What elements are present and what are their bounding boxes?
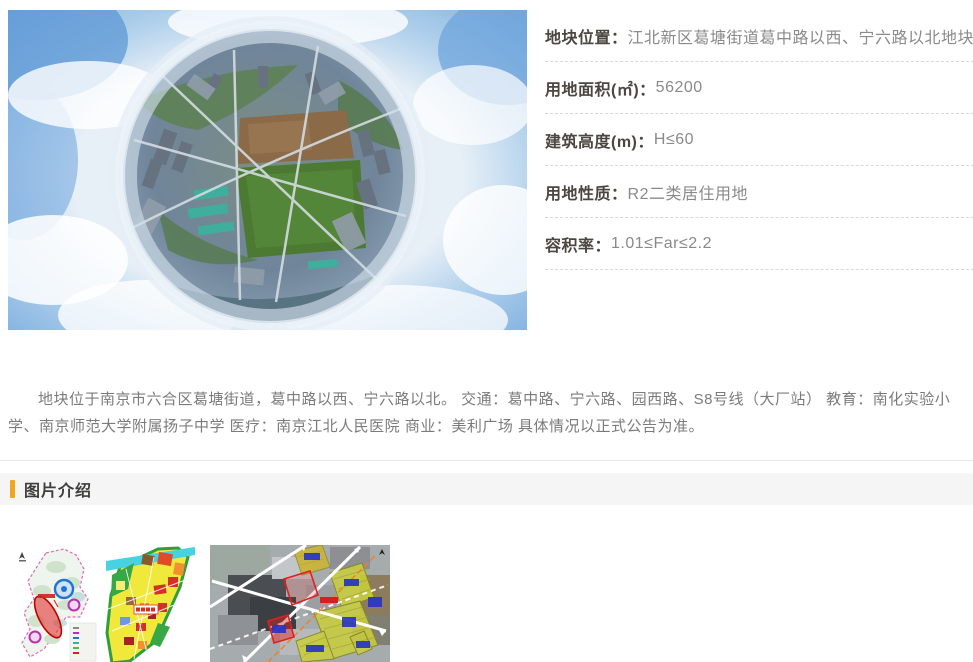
far-value: 1.01≤Far≤2.2 — [611, 235, 712, 253]
land-use-label: 用地性质： — [545, 180, 628, 204]
horizontal-divider — [0, 460, 973, 461]
satellite-parcel-map-graphic — [210, 545, 390, 662]
area-value: 56200 — [656, 79, 703, 97]
top-section: 地块位置：江北新区葛塘街道葛中路以西、宁六路以北地块 用地面积(㎡)：56200… — [8, 10, 965, 330]
land-parcel-detail-page: 地块位置：江北新区葛塘街道葛中路以西、宁六路以北地块 用地面积(㎡)：56200… — [0, 0, 973, 662]
area-label: 用地面积(㎡)： — [545, 76, 656, 100]
planet-panorama-graphic — [8, 10, 527, 330]
height-label: 建筑高度(m)： — [545, 128, 654, 152]
info-row-far: 容积率：1.01≤Far≤2.2 — [545, 218, 973, 270]
thumbnail-satellite-parcel-map[interactable] — [210, 545, 390, 662]
image-thumbnails — [8, 545, 390, 662]
parcel-info-panel: 地块位置：江北新区葛塘街道葛中路以西、宁六路以北地块 用地面积(㎡)：56200… — [545, 10, 973, 330]
land-use-value: R2二类居住用地 — [628, 180, 748, 204]
accent-bar — [10, 480, 15, 498]
location-value: 江北新区葛塘街道葛中路以西、宁六路以北地块 — [628, 24, 973, 48]
map-legend — [70, 623, 96, 661]
far-label: 容积率： — [545, 232, 611, 256]
section-header-band: 图片介绍 — [0, 473, 973, 505]
info-row-location: 地块位置：江北新区葛塘街道葛中路以西、宁六路以北地块 — [545, 10, 973, 62]
info-row-area: 用地面积(㎡)：56200 — [545, 62, 973, 114]
thumbnail-district-planning-map[interactable] — [8, 545, 195, 662]
district-planning-map-graphic — [8, 545, 195, 662]
parcel-description: 地块位于南京市六合区葛塘街道，葛中路以西、宁六路以北。 交通：葛中路、宁六路、园… — [8, 386, 965, 440]
info-row-land-use: 用地性质：R2二类居住用地 — [545, 166, 973, 218]
hero-panorama-image[interactable] — [8, 10, 527, 330]
section-title: 图片介绍 — [24, 477, 92, 501]
location-label: 地块位置： — [545, 24, 628, 48]
info-row-height: 建筑高度(m)：H≤60 — [545, 114, 973, 166]
height-value: H≤60 — [654, 131, 694, 149]
